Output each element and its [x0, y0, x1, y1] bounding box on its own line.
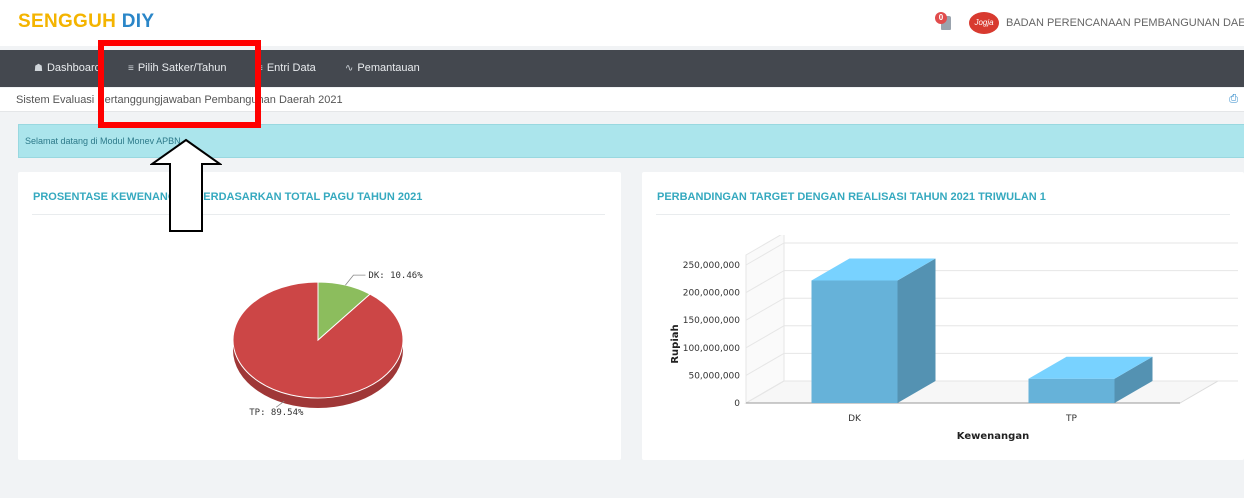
y-tick-label: 250,000,000	[683, 261, 741, 271]
x-axis-label: Kewenangan	[957, 431, 1029, 442]
pie-label-connector	[345, 274, 366, 286]
y-tick-label: 200,000,000	[683, 289, 741, 299]
nav-dashboard[interactable]: ☗ Dashboard	[34, 50, 101, 87]
up-arrow-icon	[150, 138, 222, 232]
bar-side	[897, 258, 936, 403]
nav-pemantauan[interactable]: ∿ Pemantauan	[345, 50, 420, 87]
brand-part2: DIY	[121, 11, 155, 32]
chart-line-icon: ∿	[345, 63, 354, 74]
pie-label-tp: TP: 89.54%	[249, 408, 304, 418]
y-axis-label: Rupiah	[670, 324, 681, 363]
y-tick-label: 0	[734, 399, 740, 409]
pie-panel-title: PROSENTASE KEWENANGAN BERDASARKAN TOTAL …	[33, 191, 423, 203]
nav-pemantauan-label: Pemantauan	[357, 62, 420, 74]
avatar[interactable]: Jogja	[969, 12, 999, 34]
pie-label-dk: DK: 10.46%	[368, 271, 423, 281]
notification-badge: 0	[935, 12, 947, 24]
bar-chart: 0 50,000,000 100,000,000 150,000,000 200,000…	[670, 235, 1238, 442]
notification-button[interactable]: 0	[935, 12, 955, 32]
y-tick-label: 100,000,000	[683, 344, 741, 354]
divider	[656, 214, 1230, 215]
bar-tp	[1028, 378, 1115, 403]
x-tick-label: TP	[1065, 414, 1077, 424]
bar-panel-title: PERBANDINGAN TARGET DENGAN REALISASI TAH…	[657, 191, 1046, 203]
brand-logo[interactable]: SENGGUH DIY	[18, 11, 154, 33]
divider	[32, 214, 605, 215]
nav-entri-data-label: Entri Data	[266, 62, 316, 74]
y-tick-label: 150,000,000	[683, 316, 741, 326]
x-tick-label: DK	[848, 414, 862, 424]
pie-label-connector	[276, 400, 285, 408]
home-icon: ☗	[34, 63, 43, 74]
brand-part1: SENGGUH	[18, 11, 117, 32]
y-tick-label: 50,000,000	[688, 371, 740, 381]
print-icon[interactable]: ⎙	[1229, 93, 1238, 106]
highlight-box	[98, 40, 261, 128]
organization-name[interactable]: BADAN PERENCANAAN PEMBANGUNAN DAERAH	[1006, 17, 1244, 29]
chart-back-wall	[745, 235, 785, 404]
bar-dk	[811, 280, 898, 403]
gridline	[745, 242, 1238, 266]
pie-chart: DK: 10.46% TP: 89.54%	[232, 271, 423, 418]
nav-dashboard-label: Dashboard	[46, 62, 101, 74]
nav-entri-data[interactable]: ≡ Entri Data	[257, 50, 316, 87]
